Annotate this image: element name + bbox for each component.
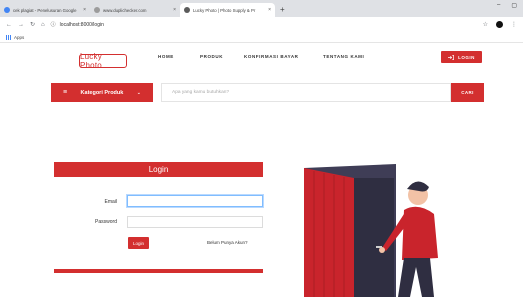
email-field[interactable] [127,195,263,207]
tab-label: www.duplichecker.com [103,7,147,13]
chevron-down-icon: ⌄ [136,89,141,96]
new-tab-icon[interactable]: + [275,3,290,17]
browser-tab-active[interactable]: Lucky Photo | Photo Supply & Pr × [180,3,275,17]
site-favicon-icon [184,7,190,13]
search-placeholder: Apa yang kamu butuhkan? [172,90,230,95]
bookmark-star-icon[interactable]: ☆ [483,21,488,28]
close-tab-icon[interactable]: × [268,7,271,13]
forward-icon[interactable]: → [18,22,24,28]
tab-label: cek plagiat - Penelusuran Google [13,7,77,13]
sign-in-icon [448,54,454,60]
search-button[interactable]: CARI [451,83,484,102]
globe-favicon-icon [94,7,100,13]
browser-tab[interactable]: cek plagiat - Penelusuran Google × [0,3,90,17]
hamburger-icon: ≡ [63,89,68,96]
category-dropdown-button[interactable]: ≡ Kategori Produk ⌄ [51,83,153,102]
category-search-bar: ≡ Kategori Produk ⌄ Apa yang kamu butuhk… [0,80,523,106]
home-icon[interactable]: ⌂ [41,22,45,28]
google-favicon-icon [4,7,10,13]
register-link[interactable]: Belum Punya Akun? [207,240,248,245]
browser-tab[interactable]: www.duplichecker.com × [90,3,180,17]
toolbar-actions: ☆ ⋮ [483,21,517,28]
minimize-icon[interactable]: – [497,2,500,9]
reload-icon[interactable]: ↻ [30,21,35,28]
bookmarks-bar: Apps [0,32,523,43]
door-panel [304,168,354,297]
door-person-illustration [304,164,438,297]
url-field[interactable]: ⓘ localhost:8000/login [51,21,477,29]
apps-bookmark[interactable]: Apps [14,35,24,40]
profile-avatar-icon[interactable] [496,21,503,28]
nav-item-home[interactable]: HOME [158,54,200,59]
browser-tab-strip: cek plagiat - Penelusuran Google × www.d… [0,0,523,17]
tab-label: Lucky Photo | Photo Supply & Pr [193,7,256,13]
password-field[interactable] [127,216,263,228]
menu-kebab-icon[interactable]: ⋮ [511,21,517,28]
maximize-icon[interactable]: ▢ [511,2,517,9]
back-icon[interactable]: ← [6,22,12,28]
email-label: Email [104,199,117,205]
info-icon[interactable]: ⓘ [51,21,56,28]
login-submit-label: Login [132,240,144,246]
nav-item-konfirmasi-bayar[interactable]: KONFIRMASI BAYAR [244,54,323,59]
login-label: LOGIN [458,54,475,60]
close-tab-icon[interactable]: × [173,7,176,13]
door-handle [376,246,382,248]
search-input[interactable]: Apa yang kamu butuhkan? [161,83,451,102]
close-tab-icon[interactable]: × [83,7,86,13]
apps-grid-icon [6,34,11,40]
login-card-footer [54,269,263,273]
password-label: Password [95,219,117,225]
site-header: Lucky Photo HOME PRODUK KONFIRMASI BAYAR… [0,44,523,76]
nav-item-tentang-kami[interactable]: TENTANG KAMI [323,54,383,59]
logo-text: Lucky Photo [80,52,102,70]
address-bar: ← → ↻ ⌂ ⓘ localhost:8000/login ☆ ⋮ [0,17,523,32]
window-controls: – ▢ [497,2,523,9]
category-label: Kategori Produk [80,89,124,96]
door-opening [354,178,394,297]
search-button-label: CARI [461,90,474,95]
main-nav: HOME PRODUK KONFIRMASI BAYAR TENTANG KAM… [158,54,383,59]
header-login-button[interactable]: LOGIN [441,51,482,63]
site-logo[interactable]: Lucky Photo [79,52,127,70]
login-card-header: Login [54,162,263,177]
login-title: Login [148,165,169,174]
nav-item-produk[interactable]: PRODUK [200,54,244,59]
login-submit-button[interactable]: Login [128,237,149,249]
url-text: localhost:8000/login [59,21,104,28]
